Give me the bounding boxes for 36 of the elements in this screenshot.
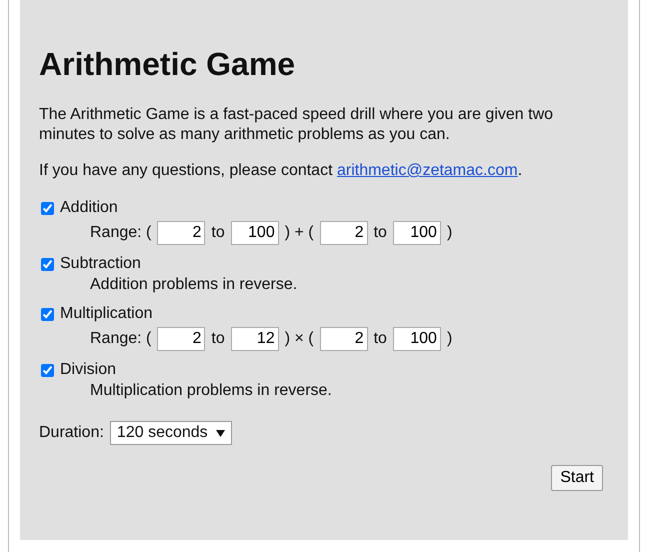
checkbox[interactable] <box>41 308 54 320</box>
contact-text: If you have any questions, please contact arithmetic@zetamac.com. <box>39 161 524 181</box>
duration-dropdown[interactable]: 120 seconds <box>110 421 232 445</box>
option-label: Multiplication <box>60 305 152 323</box>
number-field[interactable]: 100 <box>392 327 441 351</box>
checkbox[interactable] <box>41 364 54 376</box>
number-field[interactable]: 2 <box>320 327 368 351</box>
checkbox[interactable] <box>41 258 54 270</box>
number-field[interactable]: 100 <box>392 221 441 245</box>
option-description: Addition problems in reverse. <box>89 275 298 295</box>
page-title: Arithmetic Game <box>39 46 296 83</box>
caret-icon <box>216 430 225 436</box>
option-label: Subtraction <box>60 255 141 273</box>
range-text: ) <box>446 224 452 242</box>
option-label: Addition <box>60 199 118 217</box>
option-label: Division <box>60 361 116 379</box>
number-field[interactable]: 12 <box>230 327 279 351</box>
range-text: ) <box>446 330 452 348</box>
number-field[interactable]: 2 <box>157 327 206 351</box>
number-field[interactable]: 100 <box>230 221 279 245</box>
checkbox[interactable] <box>41 202 54 214</box>
range-text: Range: ( <box>90 330 152 348</box>
start-button[interactable]: Start <box>551 465 603 491</box>
number-field[interactable]: 2 <box>320 221 368 245</box>
range-text: ) × ( <box>284 330 314 348</box>
range-text: to <box>211 330 225 348</box>
range-text: Range: ( <box>90 224 152 242</box>
range-text: to <box>211 224 225 242</box>
option-description: Multiplication problems in reverse. <box>89 381 333 401</box>
range-text: ) + ( <box>284 224 314 242</box>
duration-label: Duration: <box>39 424 104 442</box>
range-text: to <box>374 224 387 242</box>
range-text: to <box>374 330 387 348</box>
number-field[interactable]: 2 <box>157 221 206 245</box>
email-link[interactable]: arithmetic@zetamac.com <box>336 162 518 179</box>
intro-text: The Arithmetic Game is a fast-paced speed drill where you are given two minutes to solve as many arithmetic problems as you can. <box>39 105 554 145</box>
